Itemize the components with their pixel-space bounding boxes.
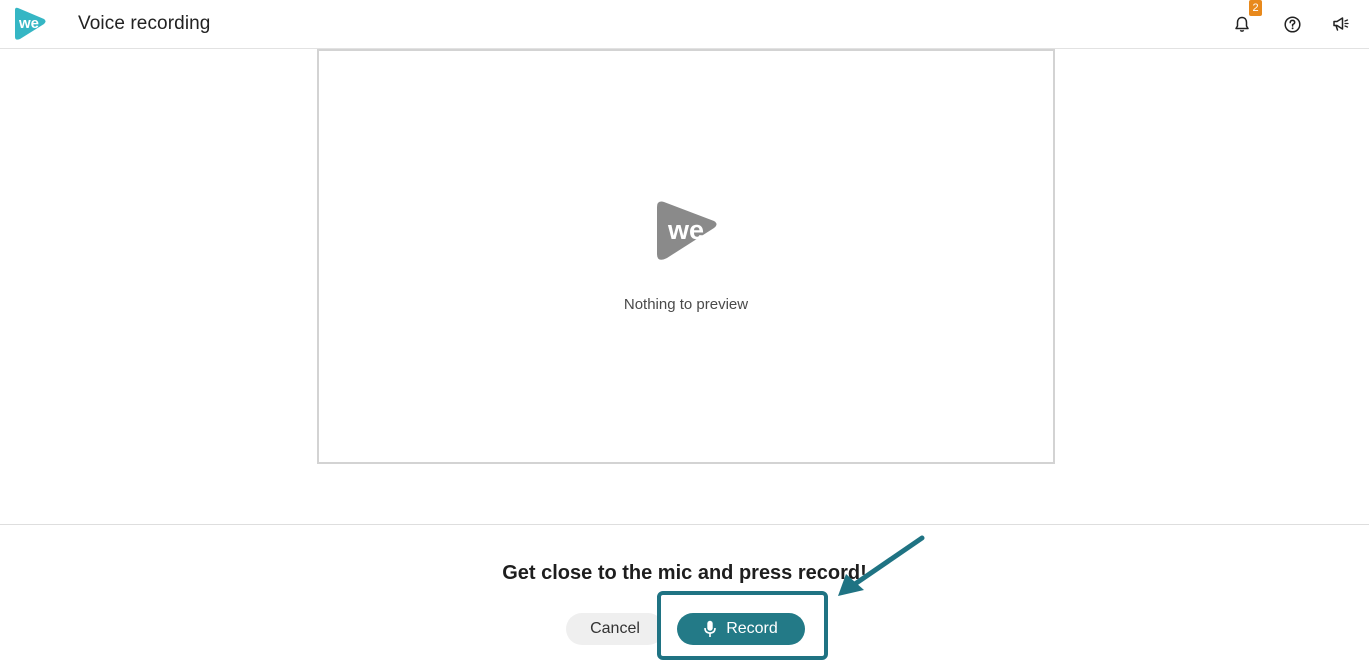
- footer-divider: [0, 524, 1369, 525]
- page-title: Voice recording: [78, 13, 211, 34]
- cancel-button[interactable]: Cancel: [566, 613, 664, 645]
- notifications-button[interactable]: [1232, 14, 1252, 34]
- record-button[interactable]: Record: [677, 613, 805, 645]
- top-bar: we Voice recording 2: [0, 0, 1369, 49]
- record-button-label: Record: [726, 620, 778, 637]
- app-logo-text: we: [18, 15, 39, 32]
- preview-logo-text: we: [667, 215, 704, 245]
- announcements-button[interactable]: [1331, 14, 1351, 34]
- notification-badge: 2: [1249, 0, 1262, 16]
- bell-icon: [1235, 16, 1249, 32]
- record-instruction: Get close to the mic and press record!: [502, 562, 867, 584]
- preview-area: we Nothing to preview: [317, 49, 1055, 464]
- announcement-icon: [1333, 17, 1349, 31]
- preview-logo: we: [657, 201, 717, 260]
- pointer-arrow-icon: [838, 535, 925, 596]
- empty-preview-message: Nothing to preview: [623, 296, 749, 313]
- help-button[interactable]: [1282, 14, 1302, 34]
- microphone-icon: [704, 620, 717, 638]
- help-icon: [1283, 15, 1301, 33]
- app-logo[interactable]: we: [11, 7, 47, 41]
